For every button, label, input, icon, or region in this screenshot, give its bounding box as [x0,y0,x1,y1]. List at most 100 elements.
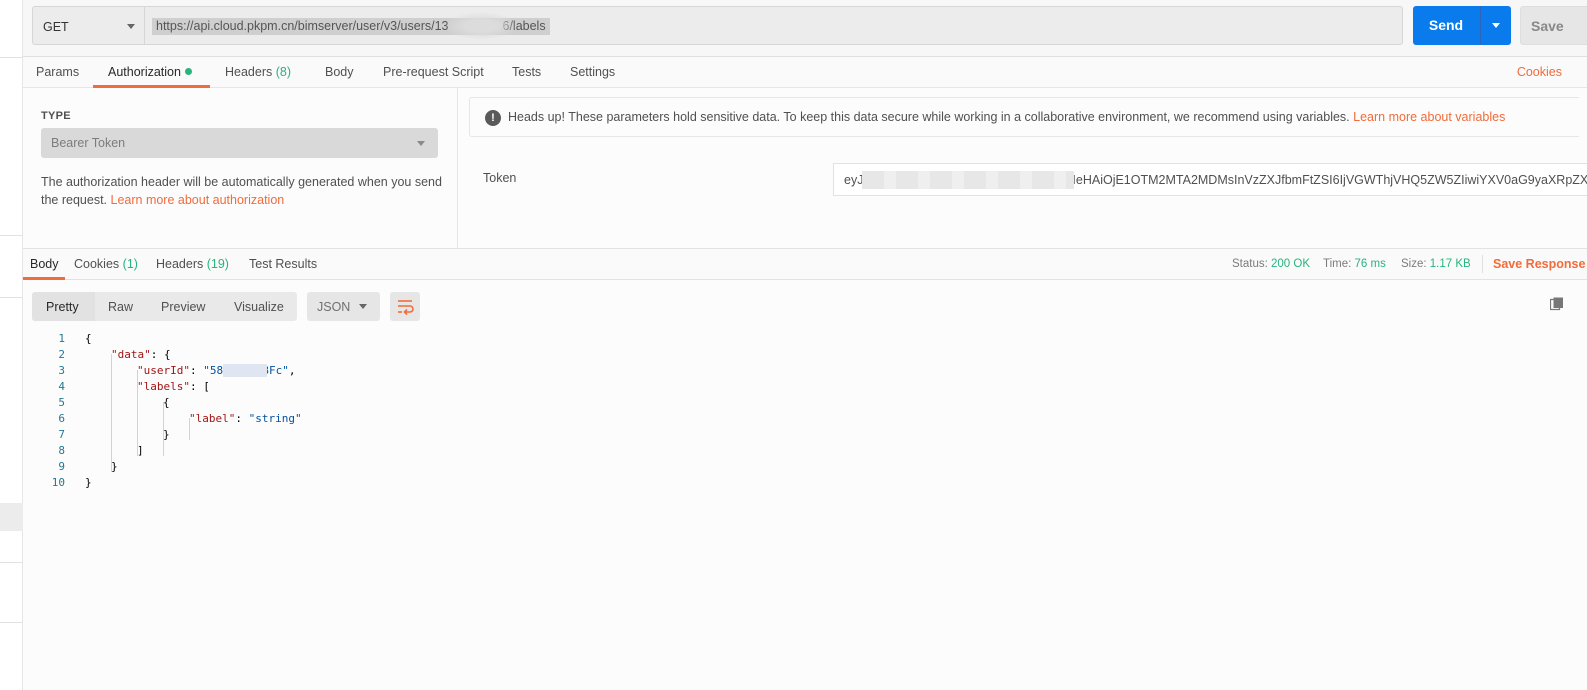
redacted-blur [223,364,267,377]
code-line: { [85,332,92,345]
indent-guide [111,354,112,472]
tab-label: Settings [570,65,616,79]
line-number: 1 [58,332,65,345]
learn-more-authorization-link[interactable]: Learn more about authorization [111,193,285,207]
tab-headers[interactable]: Headers (8) [225,65,291,79]
tab-label: Authorization [108,65,181,79]
wrap-lines-button[interactable] [390,292,420,321]
token-label: Token [483,171,517,185]
tab-label: Pre-request Script [383,65,484,79]
cookies-link[interactable]: Cookies [1517,65,1562,79]
tab-count: (1) [122,257,138,271]
auth-type-select[interactable]: Bearer Token [41,128,438,158]
tab-label: Body [325,65,354,79]
auth-description: The authorization header will be automat… [41,173,446,209]
url-start: https://api.cloud.pkpm.cn/bimserver/user… [156,19,449,33]
line-number: 8 [58,444,65,457]
code-line: "label": "string" [189,412,302,425]
request-tabs: Params Authorization Headers (8) Body Pr… [23,57,1587,88]
json-key: "userId" [137,364,190,377]
sidebar-divider [0,297,23,298]
mode-visualize[interactable]: Visualize [234,300,284,314]
save-button[interactable]: Save [1520,6,1587,45]
auth-type-value: Bearer Token [51,136,126,150]
tab-test-results[interactable]: Test Results [249,257,317,271]
code-line: "data": { [111,348,171,361]
send-button[interactable]: Send [1413,6,1511,45]
tab-label: Headers [225,65,273,79]
code-line: "userId": "589G 8Fc", [137,364,296,377]
tab-label: Cookies [74,257,120,271]
save-response-button[interactable]: Save Response [1493,257,1585,271]
wrap-lines-icon [398,300,414,316]
tab-label: Params [36,65,80,79]
line-number: 6 [58,412,65,425]
chevron-down-icon [127,24,135,29]
code-line: { [163,396,170,409]
token-input[interactable]: eyJh IeHAiOjE1OTM2MTA2MDMsInVzZXJfbmFtZSI… [833,163,1587,196]
authorization-panel: TYPE Bearer Token The authorization head… [23,88,1587,249]
json-key: "data" [111,348,151,361]
code-line: } [85,476,92,489]
redacted-blur [445,12,517,40]
save-label: Save [1531,18,1564,34]
send-options-chevron-icon[interactable] [1492,23,1500,28]
sidebar [0,0,23,690]
tab-response-body[interactable]: Body [30,257,59,271]
line-number: 7 [58,428,65,441]
tab-settings[interactable]: Settings [570,65,615,79]
line-number: 2 [58,348,65,361]
url-input[interactable]: https://api.cloud.pkpm.cn/bimserver/user… [145,6,1403,45]
sidebar-divider [0,235,23,236]
line-number: 9 [58,460,65,473]
line-number: 10 [51,476,65,489]
tab-count: (19) [206,257,229,271]
tab-response-cookies[interactable]: Cookies (1) [74,257,138,271]
code-line: } [111,460,118,473]
size-label: Size: [1401,258,1427,270]
tab-pre-request-script[interactable]: Pre-request Script [383,65,484,79]
send-label: Send [1428,17,1464,33]
sidebar-divider [0,57,23,58]
send-divider [1480,6,1481,45]
time-label: Time: [1323,258,1352,270]
size-value: 1.17 KB [1429,258,1471,270]
body-mode-group: Pretty Raw Preview Visualize [32,292,297,321]
tab-authorization[interactable]: Authorization [108,65,192,79]
method-value: GET [43,20,69,34]
status-dot-icon [184,68,192,75]
tab-params[interactable]: Params [36,65,79,79]
tab-body[interactable]: Body [325,65,354,79]
mode-pretty[interactable]: Pretty [46,300,79,314]
learn-more-variables-link[interactable]: Learn more about variables [1353,110,1505,124]
status-label: Status: [1232,258,1268,270]
active-tab-indicator [23,277,65,280]
line-number: 4 [58,380,65,393]
mode-raw[interactable]: Raw [108,300,133,314]
info-icon: ! [485,110,501,126]
tab-label: Headers [156,257,204,271]
method-select[interactable]: GET [32,6,145,45]
request-bar: GET https://api.cloud.pkpm.cn/bimserver/… [23,0,1587,57]
sidebar-item-selected[interactable] [0,503,23,531]
line-number: 5 [58,396,65,409]
tab-label: Tests [512,65,542,79]
format-value: JSON [317,300,351,314]
tab-label: Body [30,257,59,271]
alert-text: Heads up! These parameters hold sensitiv… [508,110,1505,124]
mode-preview[interactable]: Preview [161,300,205,314]
sidebar-divider [0,562,23,563]
tab-response-headers[interactable]: Headers (19) [156,257,229,271]
sensitive-data-alert: ! Heads up! These parameters hold sensit… [469,97,1579,137]
alert-message: Heads up! These parameters hold sensitiv… [508,110,1350,124]
divider [1482,255,1483,273]
tab-count: (8) [275,65,292,79]
tab-label: Test Results [249,257,318,271]
tab-tests[interactable]: Tests [512,65,541,79]
json-key: "label" [189,412,236,425]
sidebar-divider [0,622,23,623]
status-value: 200 OK [1271,258,1311,270]
code-line: } [163,428,170,441]
copy-icon[interactable] [1550,297,1564,311]
format-select[interactable]: JSON [307,292,380,321]
